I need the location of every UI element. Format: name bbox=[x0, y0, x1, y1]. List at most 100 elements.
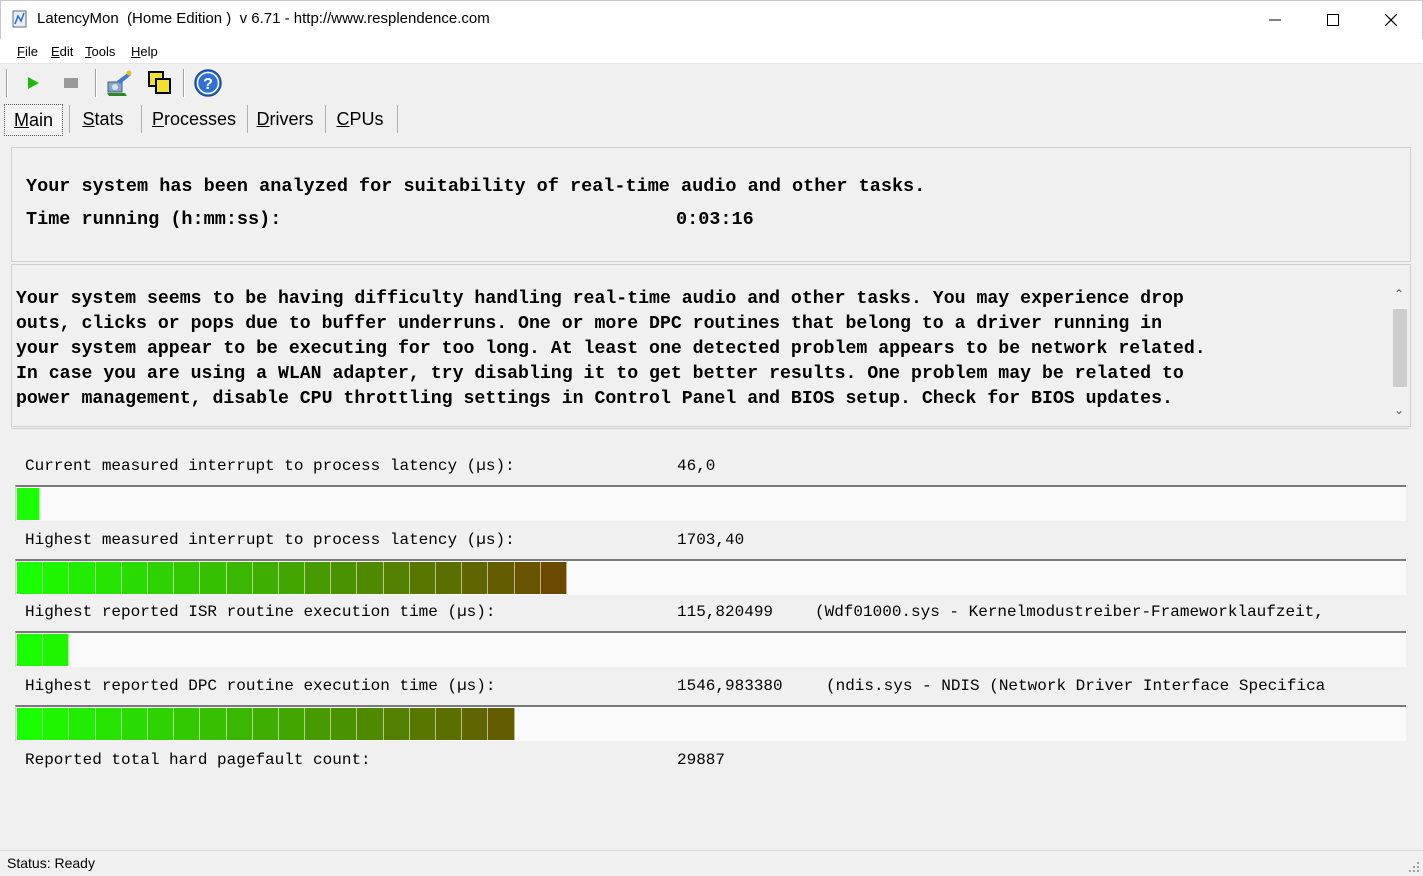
latency-bar bbox=[15, 631, 1406, 667]
conclusion-message-panel: Your system seems to be having difficult… bbox=[11, 264, 1411, 427]
bar-segment bbox=[69, 708, 96, 740]
menu-help[interactable]: Help bbox=[131, 44, 158, 59]
stat-detail: (ndis.sys - NDIS (Network Driver Interfa… bbox=[826, 677, 1326, 695]
bar-segment bbox=[226, 562, 253, 594]
svg-text:?: ? bbox=[203, 76, 213, 93]
bar-segment bbox=[200, 708, 227, 740]
bar-segment bbox=[147, 562, 175, 594]
message-scrollbar[interactable]: ⌃ ⌄ bbox=[1390, 287, 1410, 422]
message-line: In case you are using a WLAN adapter, tr… bbox=[16, 364, 1184, 384]
bar-segment bbox=[514, 562, 541, 594]
stop-button[interactable] bbox=[56, 68, 86, 98]
message-line: outs, clicks or pops due to buffer under… bbox=[16, 314, 1162, 334]
maximize-button[interactable] bbox=[1304, 1, 1362, 39]
minimize-button[interactable] bbox=[1246, 1, 1304, 39]
bar-segment bbox=[174, 562, 201, 594]
close-icon bbox=[1385, 14, 1397, 26]
bar-segment bbox=[305, 708, 332, 740]
tab-separator bbox=[325, 105, 326, 133]
message-line: your system appear to be executing for t… bbox=[16, 339, 1206, 359]
bar-segment bbox=[436, 562, 463, 594]
bar-segment bbox=[357, 708, 384, 740]
stat-value: 1703,40 bbox=[677, 531, 745, 549]
bar-segment bbox=[252, 562, 279, 594]
stat-value: 29887 bbox=[677, 751, 726, 769]
analysis-headline: Your system has been analyzed for suitab… bbox=[26, 176, 926, 197]
latency-bar bbox=[15, 559, 1406, 595]
start-button[interactable] bbox=[18, 68, 48, 98]
stat-value: 115,820499 bbox=[677, 603, 774, 621]
stat-label: Highest reported ISR routine execution t… bbox=[25, 603, 496, 621]
message-line: Your system seems to be having difficult… bbox=[16, 289, 1184, 309]
close-button[interactable] bbox=[1362, 1, 1420, 39]
app-icon bbox=[12, 10, 27, 28]
copy-windows-icon bbox=[148, 71, 171, 94]
tab-separator bbox=[141, 105, 142, 133]
toolbar-separator bbox=[95, 69, 97, 97]
stat-label: Highest reported DPC routine execution t… bbox=[25, 677, 496, 695]
latency-bar bbox=[15, 705, 1406, 741]
bar-segment bbox=[200, 562, 227, 594]
bar-segment bbox=[278, 708, 306, 740]
bar-segment bbox=[226, 708, 253, 740]
bar-segment bbox=[43, 562, 70, 594]
status-bar: Status: Ready bbox=[0, 850, 1423, 876]
bar-segment bbox=[383, 562, 410, 594]
latency-bar bbox=[15, 485, 1406, 521]
help-button[interactable]: ? bbox=[193, 68, 223, 98]
bar-segment bbox=[17, 562, 44, 594]
scroll-thumb[interactable] bbox=[1393, 309, 1407, 387]
toolbar-separator bbox=[6, 69, 8, 97]
bar-segment bbox=[436, 708, 463, 740]
stop-icon bbox=[64, 78, 78, 88]
scroll-up-arrow-icon[interactable]: ⌃ bbox=[1394, 287, 1404, 301]
tab-separator bbox=[247, 105, 248, 133]
latency-stats-panel: Current measured interrupt to process la… bbox=[11, 428, 1409, 841]
toolbar: ? bbox=[0, 64, 1423, 102]
conclusion-message: Your system seems to be having difficult… bbox=[16, 287, 1386, 412]
play-icon bbox=[28, 77, 39, 89]
tab-cpus[interactable]: C PUs bbox=[330, 104, 390, 134]
help-icon: ? bbox=[194, 69, 222, 97]
message-line: power management, disable CPU throttling… bbox=[16, 389, 1173, 409]
bar-segment bbox=[43, 708, 70, 740]
stat-label: Reported total hard pagefault count: bbox=[25, 751, 371, 769]
tab-stats[interactable]: Stats bbox=[74, 104, 132, 134]
menu-bar: File Edit Tools Help bbox=[0, 39, 1423, 64]
bar-segment bbox=[305, 562, 332, 594]
tab-strip: Main Stats Processes Drivers C PUs bbox=[0, 102, 1423, 138]
bar-segment bbox=[121, 708, 148, 740]
bar-segment bbox=[488, 708, 515, 740]
bar-segment bbox=[69, 562, 96, 594]
stat-detail: (Wdf01000.sys - Kernelmodustreiber-Frame… bbox=[815, 603, 1324, 621]
menu-edit[interactable]: Edit bbox=[51, 44, 73, 59]
menu-file[interactable]: File bbox=[17, 44, 38, 59]
bar-segment bbox=[488, 562, 515, 594]
menu-tools[interactable]: Tools bbox=[85, 44, 115, 59]
window-title: LatencyMon (Home Edition ) v 6.71 - http… bbox=[37, 10, 490, 27]
bar-segment bbox=[17, 708, 44, 740]
title-bar: LatencyMon (Home Edition ) v 6.71 - http… bbox=[0, 0, 1423, 39]
bar-segment bbox=[17, 488, 40, 520]
driver-wizard-icon bbox=[107, 70, 132, 96]
stat-value: 46,0 bbox=[677, 457, 716, 475]
tab-processes[interactable]: Processes bbox=[146, 104, 242, 134]
bar-segment bbox=[409, 708, 436, 740]
bar-segment bbox=[331, 708, 358, 740]
toolbar-separator bbox=[183, 69, 185, 97]
resize-grip-icon[interactable] bbox=[1408, 861, 1420, 873]
copy-windows-button[interactable] bbox=[145, 68, 175, 98]
driver-wizard-button[interactable] bbox=[104, 68, 134, 98]
scroll-down-arrow-icon[interactable]: ⌄ bbox=[1394, 403, 1404, 417]
tab-separator bbox=[397, 105, 398, 133]
tab-drivers[interactable]: Drivers bbox=[252, 104, 318, 134]
bar-segment bbox=[409, 562, 436, 594]
tab-separator bbox=[69, 105, 70, 133]
bar-segment bbox=[43, 634, 70, 666]
bar-segment bbox=[17, 634, 44, 666]
tab-main[interactable]: Main bbox=[4, 104, 63, 136]
bar-segment bbox=[278, 562, 306, 594]
bar-segment bbox=[121, 562, 148, 594]
summary-panel: Your system has been analyzed for suitab… bbox=[11, 147, 1411, 262]
status-text: Status: Ready bbox=[7, 855, 95, 871]
